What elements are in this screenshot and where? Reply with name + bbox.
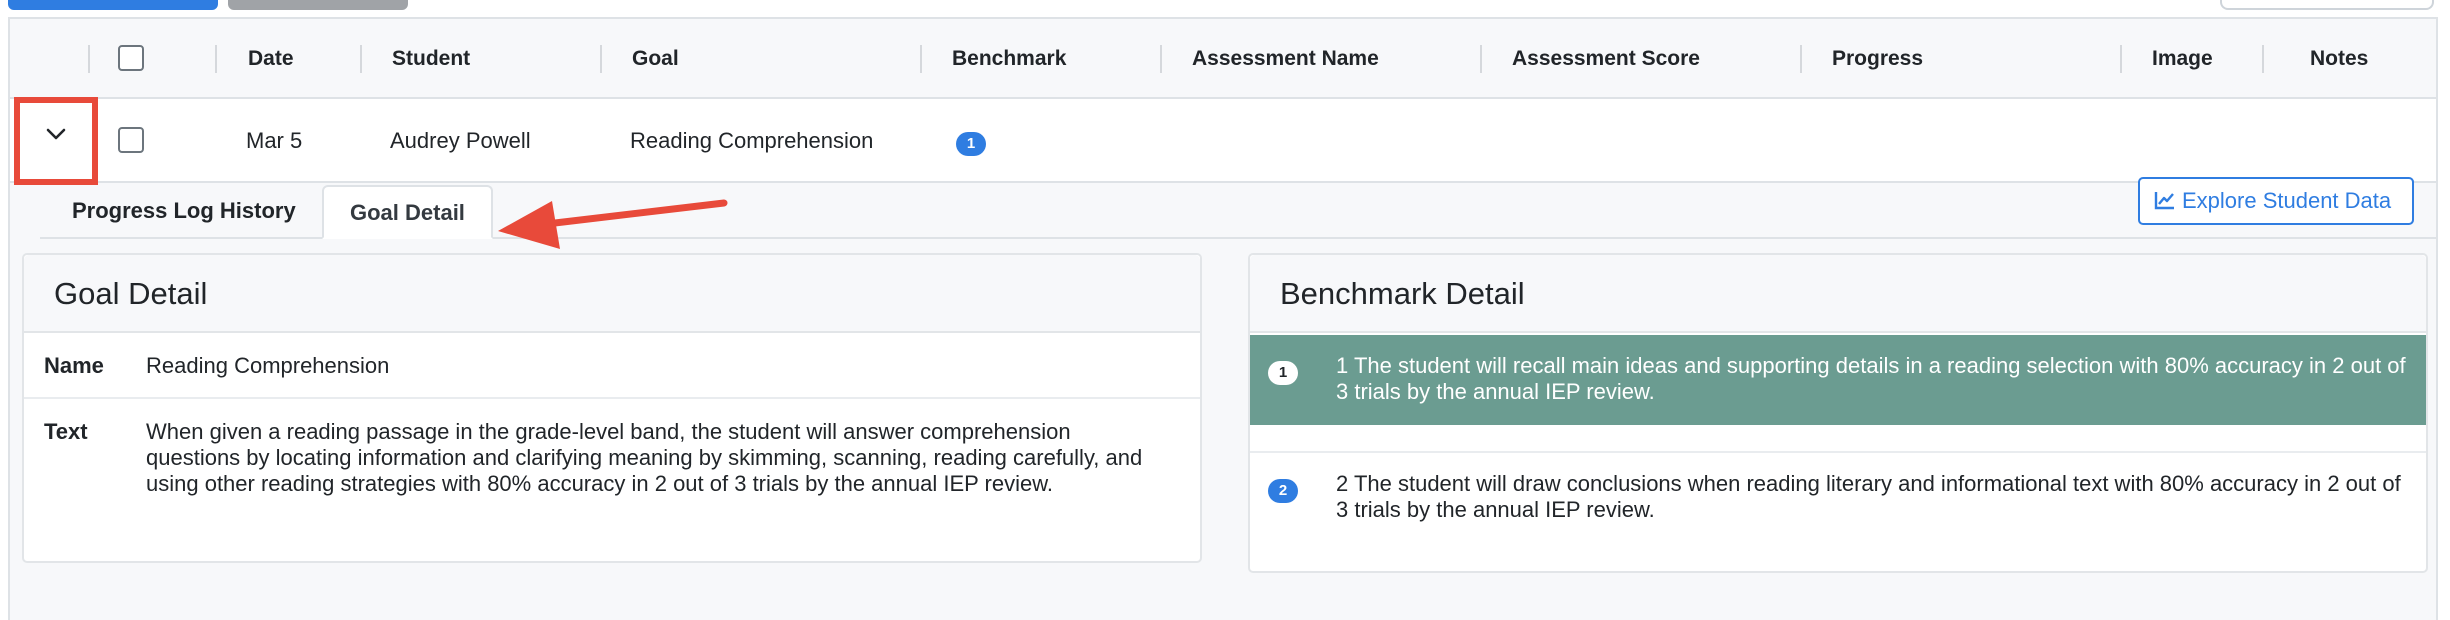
column-divider: [1480, 45, 1482, 73]
column-header-progress[interactable]: Progress: [1832, 19, 1923, 99]
column-divider: [920, 45, 922, 73]
explore-student-data-button[interactable]: Explore Student Data: [2138, 177, 2414, 225]
annotation-arrow-icon: [498, 199, 728, 249]
select-all-checkbox[interactable]: [118, 45, 144, 71]
benchmark-number-badge: 2: [1268, 479, 1298, 503]
column-header-student[interactable]: Student: [392, 19, 470, 99]
row-select-checkbox[interactable]: [118, 127, 144, 153]
benchmark-detail-title: Benchmark Detail: [1250, 255, 2426, 333]
expand-row-button[interactable]: [14, 97, 98, 185]
column-divider: [88, 45, 90, 73]
benchmark-detail-card: Benchmark Detail 1 1 The student will re…: [1248, 253, 2428, 573]
benchmark-number-badge: 1: [1268, 361, 1298, 385]
column-divider: [1160, 45, 1162, 73]
column-header-image[interactable]: Image: [2152, 19, 2213, 99]
column-divider: [1800, 45, 1802, 73]
benchmark-text: 1 The student will recall main ideas and…: [1336, 353, 2406, 404]
top-primary-button[interactable]: [8, 0, 218, 10]
column-divider: [2262, 45, 2264, 73]
goal-name-value: Reading Comprehension: [146, 353, 390, 378]
table-row: Mar 5 Audrey Powell Reading Comprehensio…: [10, 99, 2436, 183]
row-date: Mar 5: [246, 128, 303, 153]
benchmark-item[interactable]: 2 2 The student will draw conclusions wh…: [1250, 455, 2426, 571]
column-header-assessment-name[interactable]: Assessment Name: [1192, 19, 1379, 99]
chevron-down-icon: [46, 128, 66, 140]
column-header-assessment-score[interactable]: Assessment Score: [1512, 19, 1700, 99]
column-divider: [215, 45, 217, 73]
explore-button-label: Explore Student Data: [2182, 188, 2392, 213]
column-divider: [600, 45, 602, 73]
top-secondary-button[interactable]: [228, 0, 408, 10]
top-right-control[interactable]: [2220, 0, 2434, 10]
goal-detail-title: Goal Detail: [24, 255, 1200, 333]
progress-table-panel: Date Student Goal Benchmark Assessment N…: [8, 17, 2438, 620]
benchmark-separator: [1250, 425, 2426, 453]
column-header-date[interactable]: Date: [248, 19, 294, 99]
benchmark-item[interactable]: 1 1 The student will recall main ideas a…: [1250, 335, 2426, 425]
benchmark-count-badge: 1: [956, 132, 986, 156]
goal-text-value: When given a reading passage in the grad…: [146, 419, 1143, 496]
column-header-notes[interactable]: Notes: [2310, 19, 2368, 99]
row-goal: Reading Comprehension: [630, 128, 874, 153]
tab-progress-log-history[interactable]: Progress Log History: [46, 183, 322, 239]
row-benchmark: 1: [956, 99, 986, 183]
goal-text-label: Text: [44, 419, 88, 444]
goal-text-row: Text When given a reading passage in the…: [24, 399, 1200, 563]
column-header-goal[interactable]: Goal: [632, 19, 679, 99]
column-header-benchmark[interactable]: Benchmark: [952, 19, 1066, 99]
goal-name-label: Name: [44, 353, 104, 378]
goal-name-row: Name Reading Comprehension: [24, 333, 1200, 399]
column-divider: [360, 45, 362, 73]
benchmark-text: 2 The student will draw conclusions when…: [1336, 471, 2401, 522]
tab-goal-detail[interactable]: Goal Detail: [322, 185, 493, 239]
goal-detail-card: Goal Detail Name Reading Comprehension T…: [22, 253, 1202, 563]
table-header: Date Student Goal Benchmark Assessment N…: [10, 19, 2436, 99]
row-student: Audrey Powell: [390, 128, 531, 153]
column-divider: [2120, 45, 2122, 73]
line-chart-icon: [2154, 192, 2174, 210]
